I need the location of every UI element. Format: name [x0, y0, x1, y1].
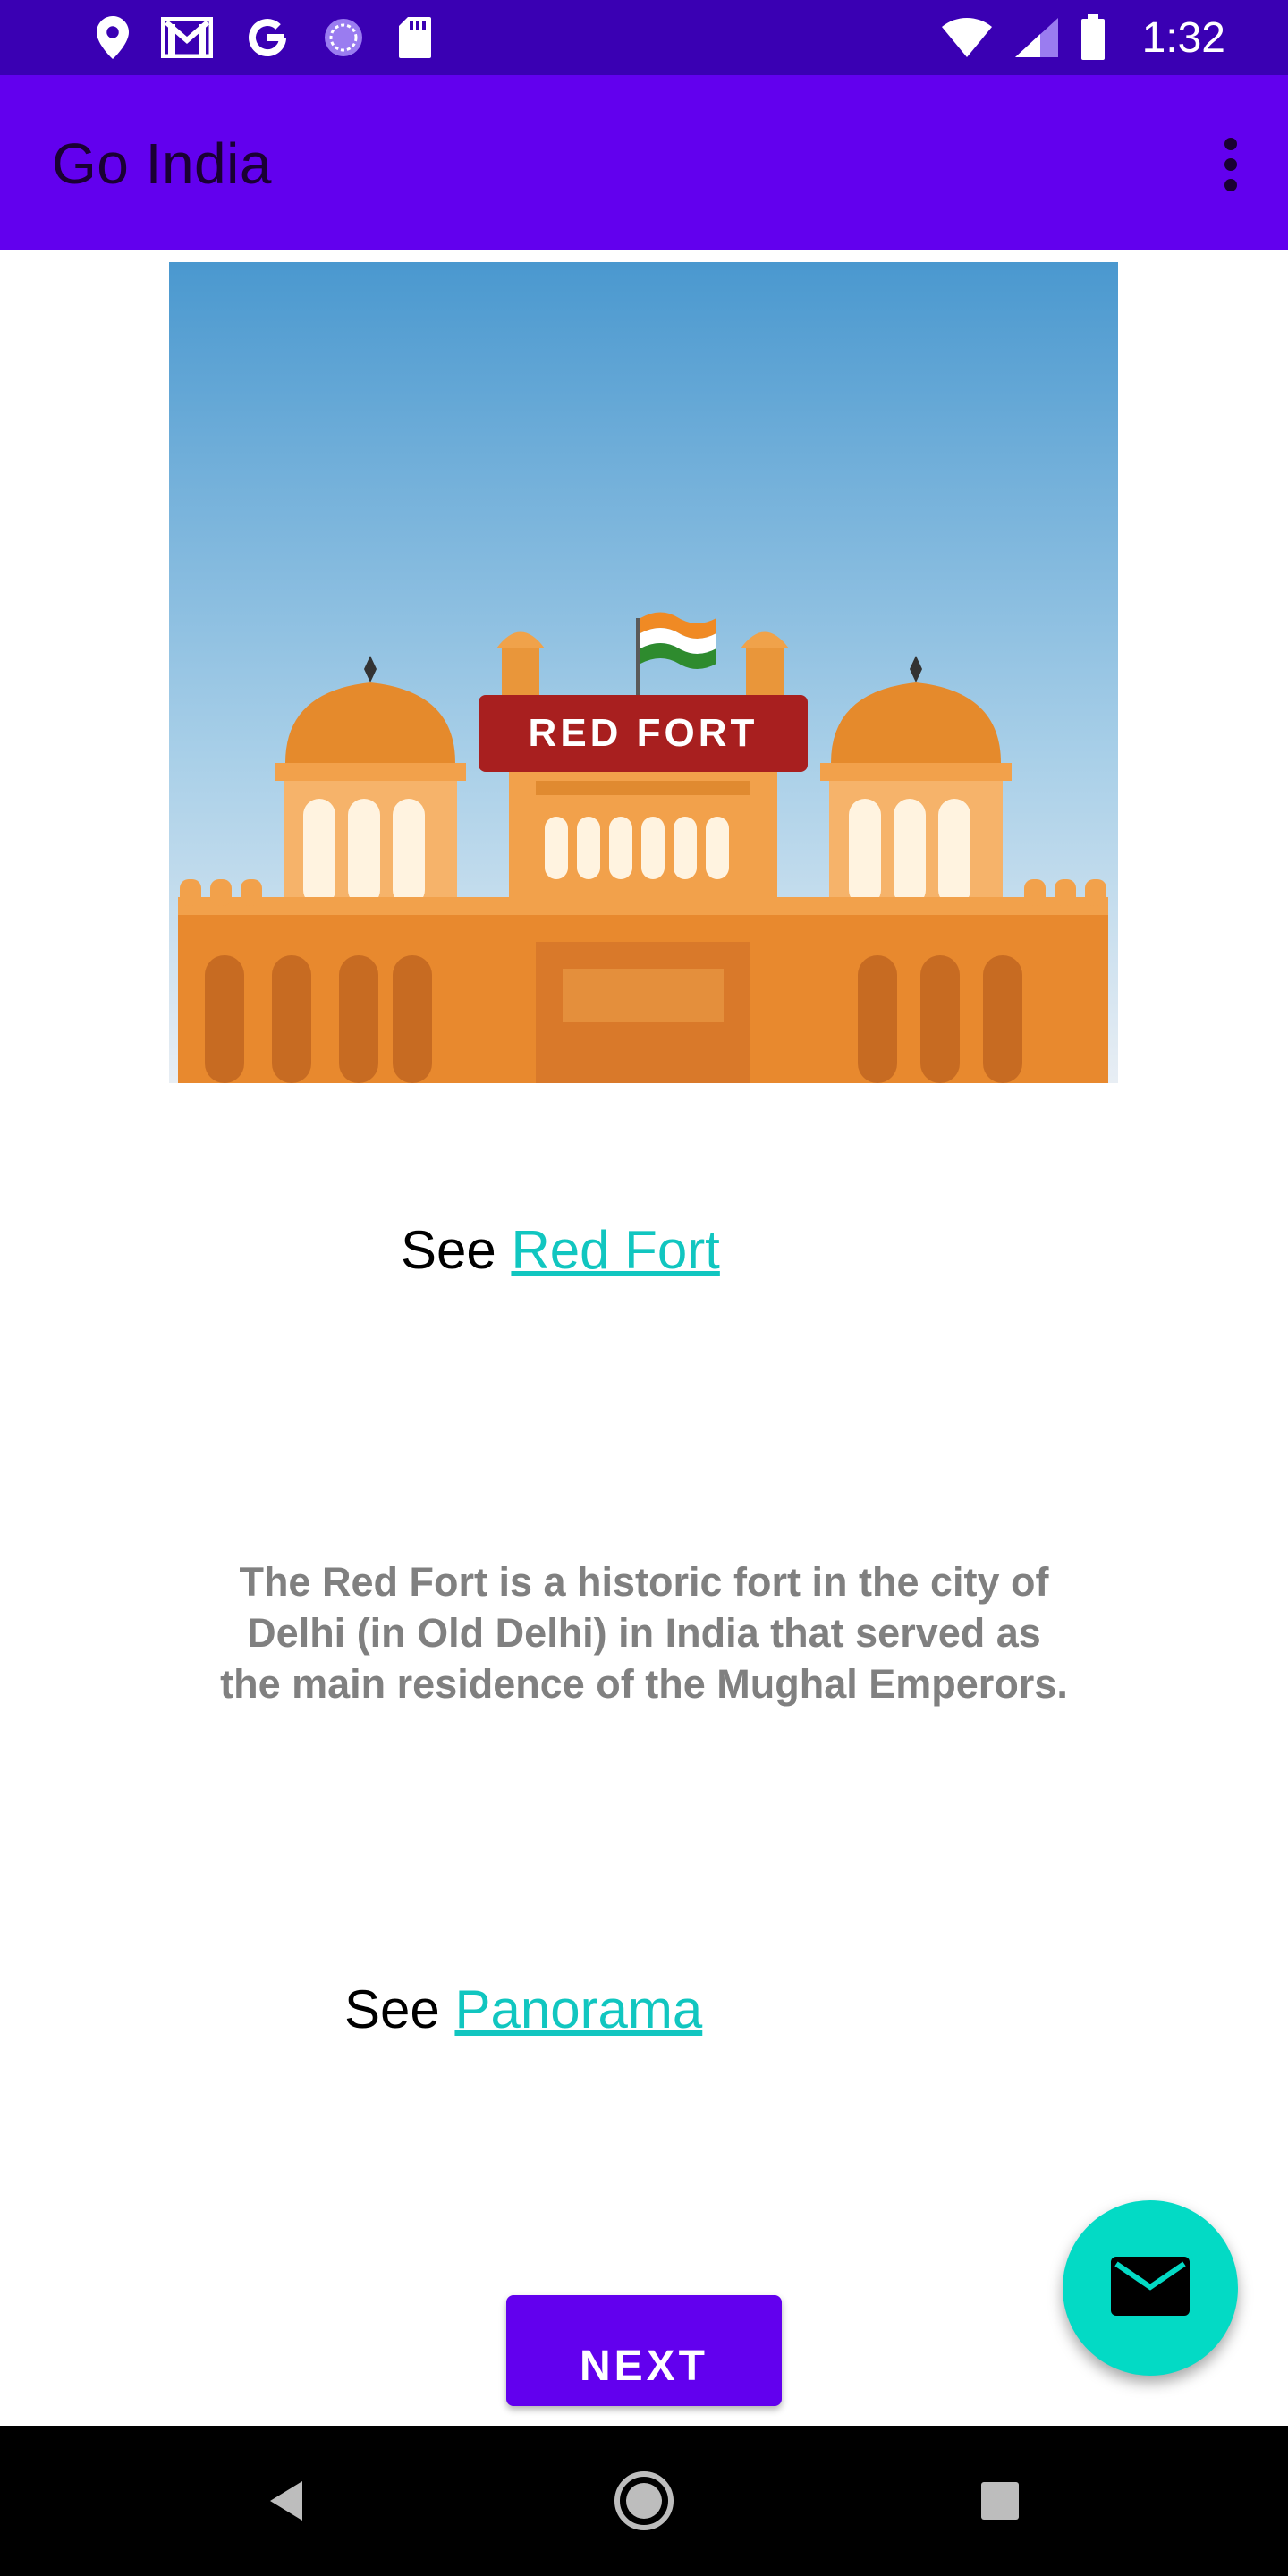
overflow-menu-icon[interactable]: [1213, 129, 1249, 200]
next-button[interactable]: NEXT: [506, 2295, 782, 2406]
see-prefix: See: [401, 1220, 496, 1280]
description-text: The Red Fort is a historic fort in the c…: [220, 1559, 1068, 1707]
panorama-link[interactable]: Panorama: [454, 1979, 702, 2039]
navigation-bar: [0, 2426, 1288, 2576]
clock: 1:32: [1141, 13, 1225, 62]
see-red-fort-line: See Red Fort: [401, 1219, 720, 1281]
back-icon[interactable]: [250, 2465, 322, 2537]
email-icon: [1111, 2256, 1190, 2320]
location-icon: [97, 16, 129, 59]
wifi-icon: [940, 16, 994, 59]
hero-label: RED FORT: [479, 695, 808, 772]
email-fab[interactable]: [1063, 2200, 1238, 2376]
status-bar: 1:32: [0, 0, 1288, 75]
app-title: Go India: [52, 131, 272, 196]
app-bar: Go India: [0, 75, 1288, 250]
see-prefix: See: [344, 1979, 440, 2039]
red-fort-image: RED FORT: [169, 262, 1118, 1083]
sync-icon: [322, 16, 365, 59]
battery-icon: [1080, 14, 1106, 61]
gmail-icon: [161, 17, 213, 58]
recents-icon[interactable]: [964, 2465, 1036, 2537]
sd-card-icon: [397, 15, 433, 60]
signal-icon: [1013, 16, 1060, 59]
google-icon: [245, 15, 290, 60]
see-panorama-line: See Panorama: [344, 1979, 702, 2040]
red-fort-link[interactable]: Red Fort: [511, 1220, 719, 1280]
home-icon[interactable]: [608, 2465, 680, 2537]
